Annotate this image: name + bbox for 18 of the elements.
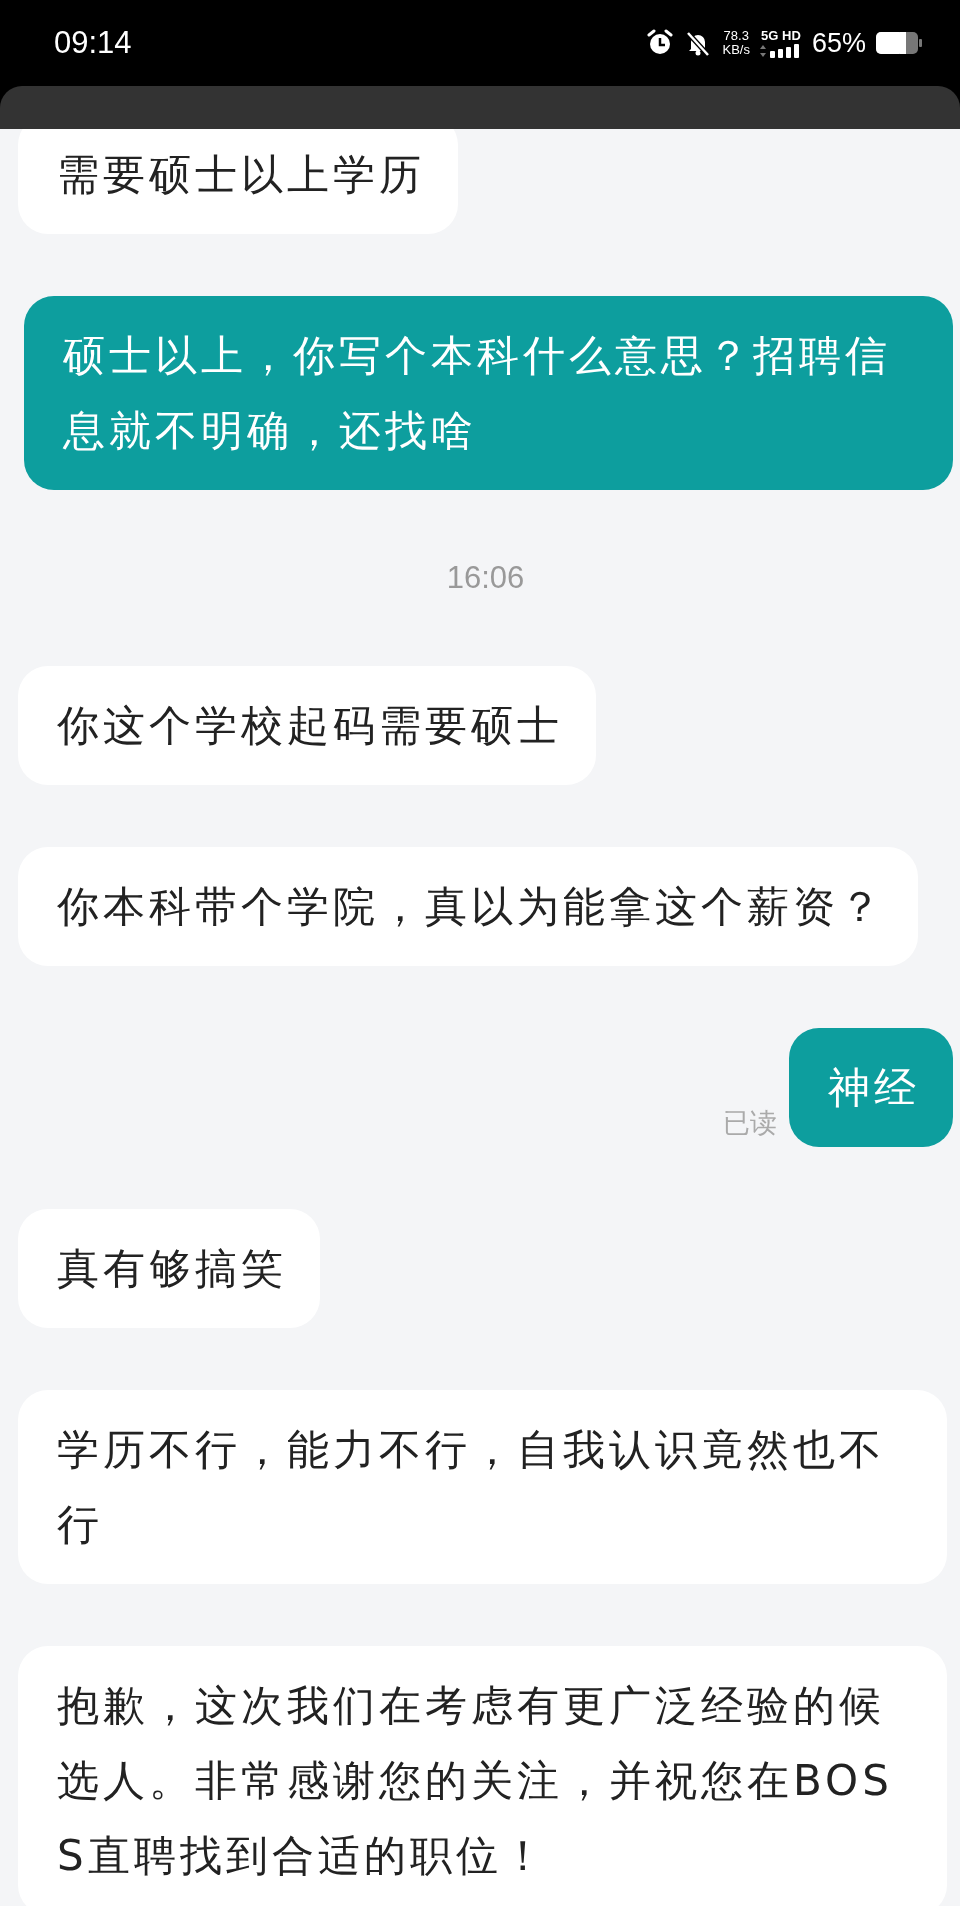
received-message-bubble: 需要硕士以上学历 <box>18 129 458 234</box>
alarm-clock-icon <box>646 29 675 57</box>
battery-percent: 65% <box>811 27 866 59</box>
speed-unit: KB/s <box>722 43 750 57</box>
clock-time: 09:14 <box>54 25 132 61</box>
sent-message-bubble: 硕士以上，你写个本科什么意思？招聘信息就不明确，还找啥 <box>24 296 953 490</box>
read-receipt: 已读 <box>723 1106 777 1140</box>
sent-message-bubble: 神经 <box>789 1028 953 1147</box>
received-message-bubble: 你本科带个学院，真以为能拿这个薪资？ <box>18 847 918 966</box>
network-speed: 78.3 <box>723 29 749 43</box>
battery-icon <box>876 31 922 55</box>
received-message-bubble: 你这个学校起码需要硕士 <box>18 666 596 785</box>
network-type: 5G HD <box>761 28 801 43</box>
received-message-bubble: 抱歉，这次我们在考虑有更广泛经验的候选人。非常感谢您的关注，并祝您在BOSS直聘找到合适的职位！ <box>18 1646 947 1906</box>
received-message-bubble: 学历不行，能力不行，自我认识竟然也不行 <box>18 1390 947 1584</box>
timestamp: 16:06 <box>446 560 525 596</box>
received-message-bubble: 真有够搞笑 <box>18 1209 320 1328</box>
signal-icon <box>759 43 802 58</box>
